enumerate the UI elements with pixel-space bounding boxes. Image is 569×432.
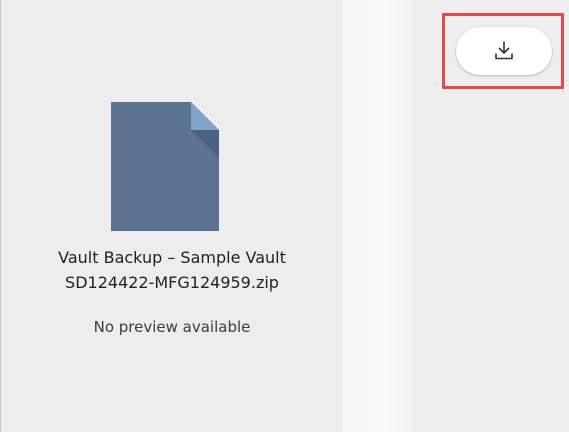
preview-card: Vault Backup – Sample Vault SD124422-MFG… <box>0 0 342 432</box>
no-preview-message: No preview available <box>93 318 251 336</box>
download-button[interactable] <box>456 27 552 75</box>
file-name-line-2: SD124422-MFG124959.zip <box>65 273 279 292</box>
document-file-icon <box>111 102 219 231</box>
file-name-line-1: Vault Backup – Sample Vault <box>58 248 286 267</box>
file-name: Vault Backup – Sample Vault SD124422-MFG… <box>1 245 343 295</box>
download-icon <box>495 41 513 60</box>
file-preview-view: Vault Backup – Sample Vault SD124422-MFG… <box>0 0 569 432</box>
card-edge-shadow <box>342 0 412 432</box>
